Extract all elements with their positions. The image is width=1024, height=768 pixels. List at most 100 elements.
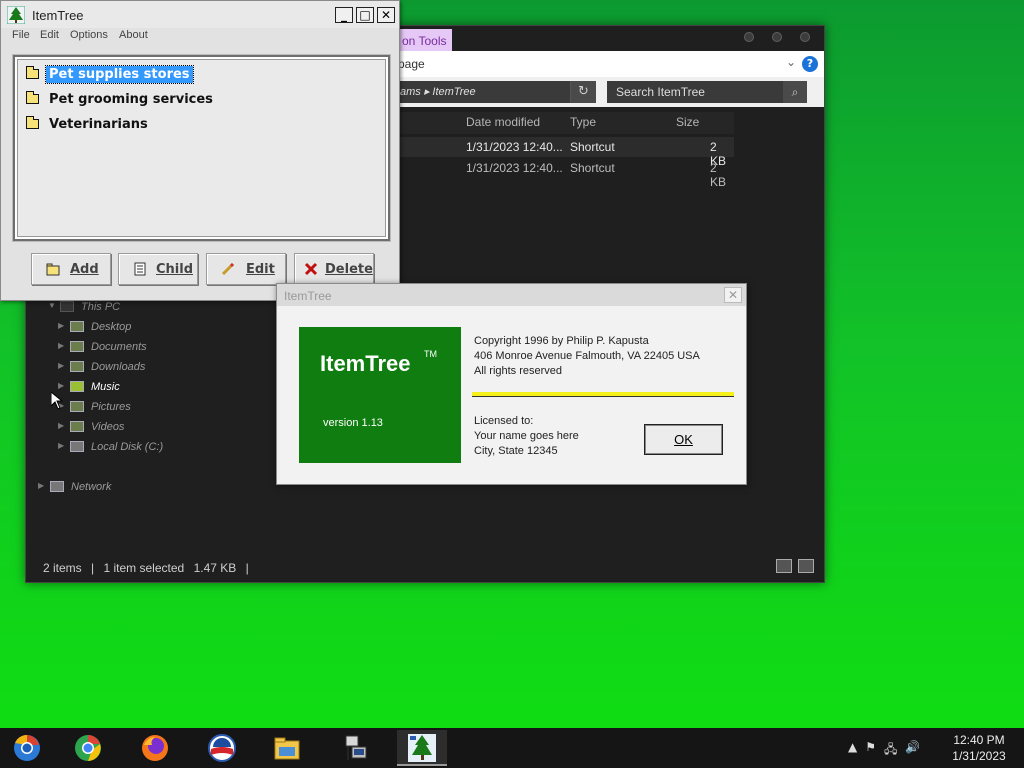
file-date: 1/31/2023 12:40...	[466, 140, 563, 154]
clock-date: 1/31/2023	[952, 749, 1006, 763]
menu-options[interactable]: Options	[70, 29, 108, 41]
view-buttons	[776, 559, 814, 573]
clock-time: 12:40 PM	[953, 733, 1005, 747]
tree-view-inner: Pet supplies stores Pet grooming service…	[17, 59, 386, 237]
folder-icon	[46, 263, 60, 276]
folder-icon	[70, 401, 84, 412]
firefox-icon	[142, 735, 168, 761]
large-icons-view-icon[interactable]	[798, 559, 814, 573]
expand-arrow-icon[interactable]: ▶	[58, 321, 64, 330]
close-button[interactable]: ✕	[377, 7, 395, 23]
menu-about[interactable]: About	[119, 29, 148, 41]
search-icon[interactable]: ⌕	[783, 81, 807, 103]
file-explorer-icon	[274, 737, 300, 760]
network-status-icon[interactable]: 🖧	[884, 740, 897, 761]
delete-button[interactable]: Delete	[294, 253, 374, 285]
license-name: Your name goes here	[474, 430, 579, 442]
nav-label: Downloads	[91, 361, 146, 373]
close-icon[interactable]: ✕	[724, 287, 742, 303]
action-center-flag-icon[interactable]: ⚑	[865, 740, 876, 761]
file-row[interactable]: 1/31/2023 12:40... Shortcut 2 KB	[398, 137, 734, 168]
nav-desktop[interactable]: ▶ Desktop	[46, 318, 176, 338]
taskbar-firefox[interactable]	[130, 730, 180, 766]
refresh-icon[interactable]: ↻	[570, 81, 596, 103]
expand-arrow-icon[interactable]: ▶	[58, 341, 64, 350]
folder-icon	[70, 361, 84, 372]
nav-network[interactable]: ▶ Network	[36, 478, 166, 498]
edit-button[interactable]: Edit	[206, 253, 286, 285]
nav-label: This PC	[81, 301, 121, 313]
taskbar: ▲ ⚑ 🖧 🔊 12:40 PM 1/31/2023	[0, 728, 1024, 768]
pencil-icon	[221, 262, 235, 276]
nav-this-pc[interactable]: ▼ This PC	[36, 298, 166, 318]
taskbar-itemtree[interactable]	[397, 730, 447, 766]
item-tree-view[interactable]: Pet supplies stores Pet grooming service…	[12, 54, 391, 242]
tree-node-label: Pet supplies stores	[45, 65, 194, 84]
system-clock[interactable]: 12:40 PM 1/31/2023	[946, 732, 1012, 764]
chrome-icon	[75, 735, 101, 761]
file-size: 2 KB	[710, 161, 727, 189]
expand-ribbon-icon[interactable]: ⌄	[786, 55, 796, 69]
expand-arrow-icon[interactable]: ▶	[58, 361, 64, 370]
taskbar-chromium[interactable]	[2, 730, 52, 766]
minimize-button[interactable]	[744, 32, 754, 42]
show-hidden-icons-icon[interactable]: ▲	[848, 740, 857, 761]
menu-edit[interactable]: Edit	[40, 29, 59, 41]
nav-pictures[interactable]: ▶ Pictures	[46, 398, 176, 418]
nav-documents[interactable]: ▶ Documents	[46, 338, 176, 358]
nav-label: Local Disk (C:)	[91, 441, 164, 453]
address-bar[interactable]: ams ▸ ItemTree	[398, 81, 596, 103]
maximize-button[interactable]: □	[356, 7, 374, 23]
file-row[interactable]: 1/31/2023 12:40... Shortcut 2 KB	[398, 158, 734, 189]
close-button[interactable]	[800, 32, 810, 42]
itemtree-menubar: File Edit Options About	[1, 28, 399, 46]
taskbar-obama-app[interactable]	[197, 730, 247, 766]
rights-text: All rights reserved	[474, 365, 563, 377]
expand-arrow-icon[interactable]: ▼	[48, 301, 56, 310]
folder-icon	[70, 421, 84, 432]
add-button[interactable]: Add	[31, 253, 111, 285]
search-input[interactable]: Search ItemTree	[607, 81, 807, 103]
folder-icon	[26, 66, 39, 79]
folder-icon	[26, 91, 39, 104]
nav-downloads[interactable]: ▶ Downloads	[46, 358, 176, 378]
expand-arrow-icon[interactable]: ▶	[58, 421, 64, 430]
taskbar-network-app[interactable]	[330, 730, 380, 766]
expand-arrow-icon[interactable]: ▶	[58, 441, 64, 450]
column-date-modified[interactable]: Date modified	[466, 115, 540, 129]
file-type: Shortcut	[570, 140, 615, 154]
nav-label: Pictures	[91, 401, 131, 413]
logo-name: ItemTree	[320, 351, 411, 376]
column-type[interactable]: Type	[570, 115, 596, 129]
taskbar-chrome[interactable]	[63, 730, 113, 766]
itemtree-icon	[408, 734, 436, 762]
version-label: version 1.13	[323, 417, 383, 429]
nav-videos[interactable]: ▶ Videos	[46, 418, 176, 438]
computer-icon	[60, 301, 74, 312]
nav-local-disk[interactable]: ▶ Local Disk (C:)	[46, 438, 176, 458]
expand-arrow-icon[interactable]: ▶	[58, 381, 64, 390]
help-icon[interactable]: ?	[802, 56, 818, 72]
ok-button-label: OK	[674, 432, 693, 447]
drive-icon	[70, 441, 84, 452]
taskbar-file-explorer[interactable]	[262, 730, 312, 766]
itemtree-window: ItemTree _ □ ✕ File Edit Options About P…	[0, 0, 400, 301]
column-size[interactable]: Size	[676, 115, 699, 129]
volume-icon[interactable]: 🔊	[905, 740, 920, 761]
ok-button[interactable]: OK	[644, 424, 723, 455]
folder-icon	[70, 341, 84, 352]
nav-label: Videos	[91, 421, 125, 433]
ribbon-manage-label[interactable]: page	[398, 57, 425, 71]
itemtree-app-icon	[7, 6, 25, 24]
child-button-label: Child	[156, 262, 194, 277]
expand-arrow-icon[interactable]: ▶	[38, 481, 44, 490]
child-button[interactable]: Child	[118, 253, 198, 285]
divider-line	[472, 392, 734, 397]
minimize-button[interactable]: _	[335, 7, 353, 23]
nav-music[interactable]: ▶ Music	[46, 378, 176, 398]
status-separator: |	[91, 561, 95, 575]
maximize-button[interactable]	[772, 32, 782, 42]
application-tools-tab[interactable]: on Tools	[398, 29, 452, 51]
menu-file[interactable]: File	[12, 29, 30, 41]
details-view-icon[interactable]	[776, 559, 792, 573]
